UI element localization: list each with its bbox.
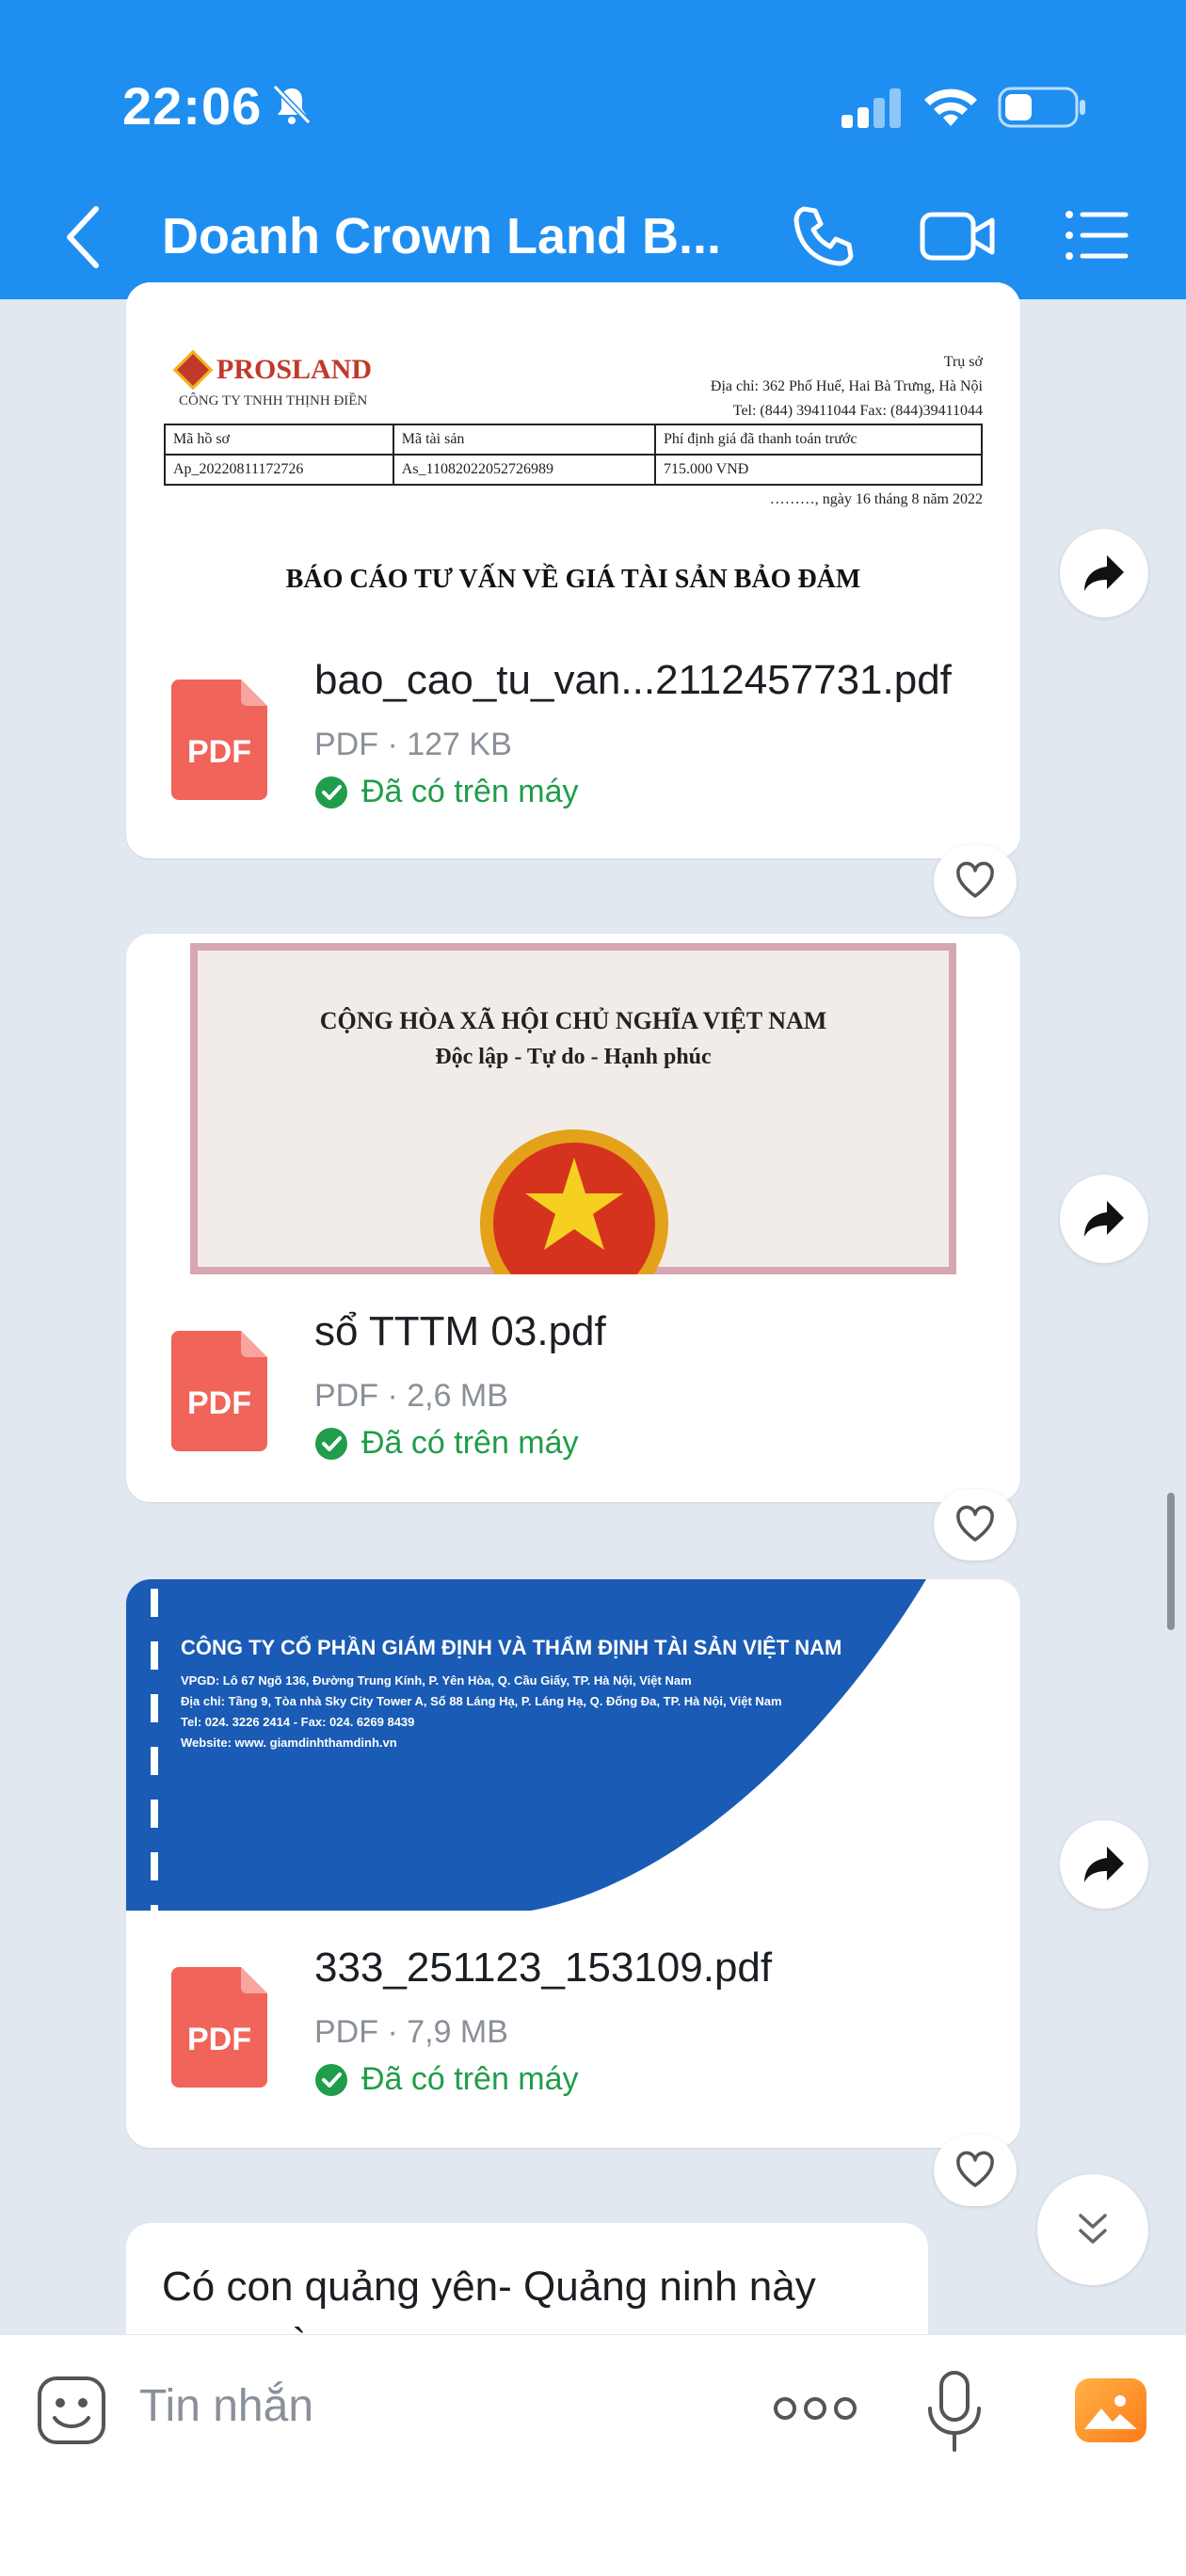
file-message-card[interactable]: CỘNG HÒA XÃ HỘI CHỦ NGHĨA VIỆT NAM Độc l…	[126, 934, 1020, 1502]
chat-header: 22:06 Doanh Crown Land B...	[0, 0, 1186, 299]
svg-text:PDF: PDF	[187, 1385, 251, 1421]
message-input-bar: Tin nhắn	[0, 2334, 1186, 2576]
share-arrow-icon	[1084, 1847, 1124, 1882]
national-emblem-icon	[480, 1129, 668, 1280]
double-chevron-down-icon	[1079, 2214, 1107, 2244]
microphone-icon[interactable]	[924, 2369, 985, 2454]
certificate-motto: Độc lập - Tự do - Hạnh phúc	[435, 1045, 712, 1069]
file-preview[interactable]: PROSLAND CÔNG TY TNHH THỊNH ĐIỀN Trụ sở …	[126, 282, 1020, 602]
document-table: Mã hồ sơ Mã tài sản Phí định giá đã than…	[164, 424, 984, 486]
file-preview[interactable]: CỘNG HÒA XÃ HỘI CHỦ NGHĨA VIỆT NAM Độc l…	[126, 934, 1020, 1280]
file-name: bao_cao_tu_van...2112457731.pdf	[314, 657, 952, 703]
company-name: CÔNG TY TNHH THỊNH ĐIỀN	[179, 393, 368, 408]
file-meta: PDF · 127 KB	[314, 727, 512, 762]
like-button[interactable]	[934, 2135, 1017, 2206]
file-info[interactable]: PDF 333_251123_153109.pdf PDF · 7,9 MB Đ…	[126, 1911, 1020, 2146]
photo-icon	[1084, 2395, 1137, 2429]
file-preview[interactable]: CÔNG TY CỔ PHẦN GIÁM ĐỊNH VÀ THẨM ĐỊNH T…	[126, 1579, 1020, 1911]
back-icon[interactable]	[56, 201, 113, 273]
document-date: ………, ngày 16 tháng 8 năm 2022	[769, 491, 983, 507]
file-info[interactable]: PDF bao_cao_tu_van...2112457731.pdf PDF …	[126, 623, 1020, 858]
share-arrow-icon	[1084, 1201, 1124, 1237]
phone-call-icon[interactable]	[791, 203, 857, 269]
conversation-title[interactable]: Doanh Crown Land B...	[162, 207, 721, 265]
file-name: 333_251123_153109.pdf	[314, 1944, 773, 1991]
pdf-file-icon: PDF	[171, 680, 267, 800]
check-circle-icon	[315, 776, 347, 808]
pdf-file-icon: PDF	[171, 1967, 267, 2088]
like-button[interactable]	[934, 1489, 1017, 1560]
file-message-card[interactable]: CÔNG TY CỔ PHẦN GIÁM ĐỊNH VÀ THẨM ĐỊNH T…	[126, 1579, 1020, 2148]
download-status: Đã có trên máy	[314, 2061, 579, 2098]
cover-address-line: Địa chỉ: Tầng 9, Tòa nhà Sky City Tower …	[181, 1694, 782, 1708]
heart-icon	[956, 861, 994, 898]
scrollbar[interactable]	[1167, 1493, 1175, 1630]
status-time: 22:06	[122, 76, 263, 136]
check-circle-icon	[315, 2063, 347, 2096]
image-gallery-button[interactable]	[1075, 2378, 1146, 2442]
message-input[interactable]: Tin nhắn	[139, 2380, 313, 2432]
cellular-signal-icon	[841, 88, 901, 128]
cover-address-line: VPGD: Lô 67 Ngõ 136, Đường Trung Kính, P…	[181, 1673, 692, 1688]
certificate-heading: CỘNG HÒA XÃ HỘI CHỦ NGHĨA VIỆT NAM	[319, 1007, 827, 1034]
forward-button[interactable]	[1060, 1820, 1148, 1909]
video-call-icon[interactable]	[919, 203, 996, 269]
check-circle-icon	[315, 1427, 347, 1460]
sticker-emoji-icon[interactable]	[34, 2373, 109, 2448]
svg-text:PDF: PDF	[187, 2022, 251, 2057]
file-name: sổ TTTM 03.pdf	[314, 1308, 606, 1354]
forward-button[interactable]	[1060, 529, 1148, 617]
heart-icon	[956, 1505, 994, 1542]
battery-icon	[998, 87, 1085, 128]
download-status: Đã có trên máy	[314, 1425, 579, 1462]
cover-contact-line: Tel: 024. 3226 2414 - Fax: 024. 6269 843…	[181, 1715, 415, 1729]
scroll-to-bottom-button[interactable]	[1037, 2174, 1148, 2285]
pdf-file-icon: PDF	[171, 1331, 267, 1451]
menu-list-icon[interactable]	[1064, 207, 1130, 264]
head-office: Trụ sở Địa chỉ: 362 Phố Huế, Hai Bà Trưn…	[710, 354, 983, 419]
like-button[interactable]	[934, 845, 1017, 917]
cover-company-title: CÔNG TY CỔ PHẦN GIÁM ĐỊNH VÀ THẨM ĐỊNH T…	[181, 1636, 842, 1659]
certificate-preview: CỘNG HÒA XÃ HỘI CHỦ NGHĨA VIỆT NAM Độc l…	[190, 943, 956, 1280]
svg-text:PDF: PDF	[187, 734, 251, 770]
file-meta: PDF · 2,6 MB	[314, 1378, 508, 1414]
wifi-icon	[924, 88, 977, 126]
forward-button[interactable]	[1060, 1175, 1148, 1263]
share-arrow-icon	[1084, 555, 1124, 591]
more-options-icon[interactable]	[772, 2392, 858, 2425]
cover-website-line: Website: www. giamdinhthamdinh.vn	[181, 1736, 397, 1750]
file-info[interactable]: PDF sổ TTTM 03.pdf PDF · 2,6 MB Đã có tr…	[126, 1274, 1020, 1502]
heart-icon	[956, 2151, 994, 2187]
document-title: BÁO CÁO TƯ VẤN VỀ GIÁ TÀI SẢN BẢO ĐẢM	[285, 565, 861, 594]
bell-muted-icon	[272, 84, 312, 125]
download-status: Đã có trên máy	[314, 774, 579, 810]
prosland-logo: PROSLAND	[172, 349, 372, 391]
file-meta: PDF · 7,9 MB	[314, 2014, 508, 2050]
file-message-card[interactable]: PROSLAND CÔNG TY TNHH THỊNH ĐIỀN Trụ sở …	[126, 282, 1020, 858]
